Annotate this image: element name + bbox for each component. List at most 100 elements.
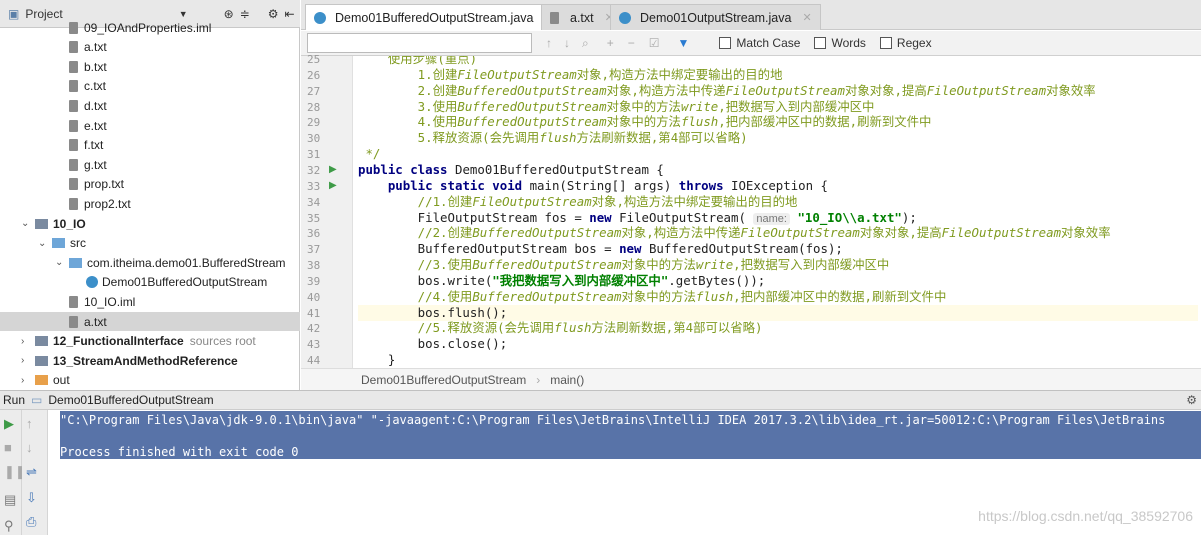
regex-label: Regex (896, 36, 932, 50)
text-file-icon (69, 99, 78, 112)
stop-icon[interactable]: ■ (4, 440, 12, 455)
tab-demo01bufferedoutputstream[interactable]: Demo01BufferedOutputStream.java✕ (305, 4, 563, 30)
code-token: 3.使用 (358, 98, 458, 114)
line-number: 33 (307, 179, 321, 193)
print-icon[interactable]: ⎙ (26, 514, 36, 530)
add-selection-icon[interactable]: + (607, 36, 614, 50)
chevron-icon[interactable]: › (21, 375, 35, 386)
words-checkbox[interactable]: Words (814, 36, 866, 50)
java-class-icon (619, 11, 631, 24)
tree-item[interactable]: › out (0, 371, 300, 390)
text-file-icon (69, 197, 78, 210)
chevron-icon[interactable]: ⌄ (21, 218, 35, 229)
code-token: FileOutputStream (725, 82, 845, 98)
code-line: public class Demo01BufferedOutputStream … (358, 162, 1198, 178)
tree-item[interactable]: d.txt (0, 96, 300, 115)
line-number: 32 (307, 163, 321, 177)
line-number: 29 (307, 116, 321, 130)
source-folder-icon (52, 238, 65, 249)
code-token: 对象效率 (1046, 82, 1096, 98)
tab-label: Demo01OutputStream.java (640, 10, 792, 25)
code-line: bos.close(); (358, 336, 1198, 352)
gear-icon[interactable]: ⚙ (1186, 393, 1197, 407)
tree-item[interactable]: b.txt (0, 57, 300, 76)
line-number: 37 (307, 243, 321, 257)
tree-item[interactable]: a.txt (0, 312, 300, 331)
code-token: FileOutputStream( (619, 209, 754, 225)
tree-item-label: 12_FunctionalInterface (53, 334, 184, 349)
text-file-icon (550, 11, 559, 24)
tree-item[interactable]: 09_IOAndProperties.iml (0, 18, 300, 37)
tree-item[interactable]: e.txt (0, 116, 300, 135)
module-icon (35, 218, 48, 229)
code-token: new (619, 241, 649, 257)
code-token: BufferedOutputStream (472, 257, 622, 273)
parameter-hint: name: (753, 212, 790, 225)
code-line: bos.write("我把数据写入到内部缓冲区中".getBytes()); (358, 273, 1198, 289)
tree-item[interactable]: prop.txt (0, 175, 300, 194)
scroll-to-end-icon[interactable]: ⇩ (26, 490, 37, 506)
breadcrumb-class[interactable]: Demo01BufferedOutputStream (361, 373, 526, 387)
tree-item[interactable]: ⌄ 10_IO (0, 214, 300, 233)
select-all-icon[interactable]: ☑ (649, 36, 660, 50)
tree-item[interactable]: ⌄ src (0, 234, 300, 253)
match-case-checkbox[interactable]: Match Case (719, 36, 800, 50)
code-token: //4.使用 (358, 288, 473, 304)
run-panel-header: Run ▭ Demo01BufferedOutputStream ⚙ (0, 390, 1201, 410)
code-token: BufferedOutputStream (472, 288, 622, 304)
code-editor[interactable]: 使用步骤(重点) 1.创建FileOutputStream对象,构造方法中绑定要… (353, 56, 1201, 368)
run-gutter-icon[interactable]: ▶ (329, 164, 337, 175)
search-input[interactable] (307, 33, 532, 53)
tree-item-label: a.txt (84, 40, 107, 55)
project-panel: ▣ Project ▼ ⊛ ≑ ⚙ ⇤ 09_IOAndProperties.i… (0, 0, 300, 390)
line-number: 28 (307, 100, 321, 114)
code-token: FileOutputStream (472, 193, 592, 209)
code-token: bos.flush(); (358, 304, 508, 320)
line-number: 31 (307, 148, 321, 162)
tree-item-label: a.txt (84, 314, 107, 329)
tab-demo01outputstream[interactable]: Demo01OutputStream.java ✕ (610, 4, 821, 30)
chevron-icon[interactable]: ⌄ (55, 257, 69, 268)
line-number: 36 (307, 227, 321, 241)
tree-item-label: out (53, 373, 70, 388)
previous-occurrence-icon[interactable]: ↑ (546, 36, 552, 50)
pin-icon[interactable]: ⚲ (4, 518, 14, 534)
dropdown-icon[interactable]: ▼ (179, 9, 188, 19)
tree-item[interactable]: g.txt (0, 155, 300, 174)
down-arrow-icon[interactable]: ↓ (26, 440, 33, 455)
code-line: //1.创建FileOutputStream对象,构造方法中绑定要输出的目的地 (358, 194, 1198, 210)
chevron-icon[interactable]: › (21, 355, 35, 366)
layout-icon[interactable]: ▤ (4, 492, 16, 508)
code-line: public static void main(String[] args) t… (358, 178, 1198, 194)
run-config-tab[interactable]: Demo01BufferedOutputStream (48, 393, 213, 407)
remove-selection-icon[interactable]: − (628, 36, 635, 50)
tree-item[interactable]: prop2.txt (0, 194, 300, 213)
tree-item-label: g.txt (84, 157, 107, 172)
tree-item[interactable]: ⌄ com.itheima.demo01.BufferedStream (0, 253, 300, 272)
next-occurrence-icon[interactable]: ↓ (564, 36, 570, 50)
tree-item[interactable]: c.txt (0, 77, 300, 96)
tree-item[interactable]: 10_IO.iml (0, 292, 300, 311)
tree-item[interactable]: › 12_FunctionalInterface sources root (0, 332, 300, 351)
tree-item[interactable]: Demo01BufferedOutputStream (0, 273, 300, 292)
chevron-icon[interactable]: ⌄ (38, 238, 52, 249)
tree-item[interactable]: f.txt (0, 136, 300, 155)
code-token: */ (358, 146, 381, 162)
breadcrumb-method[interactable]: main() (550, 373, 584, 387)
tree-item-label: e.txt (84, 118, 107, 133)
close-icon[interactable]: ✕ (802, 11, 811, 24)
code-line: 1.创建FileOutputStream对象,构造方法中绑定要输出的目的地 (358, 67, 1198, 83)
chevron-icon[interactable]: › (21, 336, 35, 347)
up-arrow-icon[interactable]: ↑ (26, 416, 33, 431)
code-token: ,把数据写入到内部缓冲区中 (733, 257, 890, 273)
find-all-icon[interactable]: ⌕ (582, 36, 589, 51)
run-gutter-icon[interactable]: ▶ (329, 180, 337, 191)
code-token: BufferedOutputStream (457, 82, 607, 98)
tree-item[interactable]: a.txt (0, 38, 300, 57)
regex-checkbox[interactable]: Regex (879, 36, 932, 50)
code-token: 方法刷新数据,第4部可以省略) (576, 130, 748, 146)
soft-wrap-icon[interactable]: ⇌ (26, 464, 37, 480)
rerun-icon[interactable]: ▶ (4, 416, 14, 432)
tree-item[interactable]: › 13_StreamAndMethodReference (0, 351, 300, 370)
filter-icon[interactable]: ▼ (678, 36, 690, 50)
